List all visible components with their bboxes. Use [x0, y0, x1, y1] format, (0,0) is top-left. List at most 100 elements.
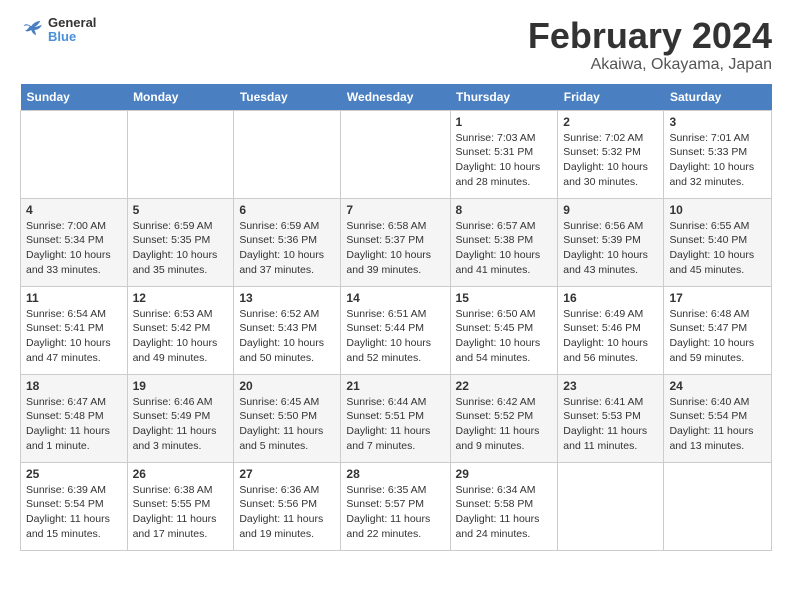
calendar-cell: [664, 462, 772, 550]
day-detail: Sunrise: 6:50 AM Sunset: 5:45 PM Dayligh…: [456, 307, 553, 366]
day-detail: Sunrise: 7:03 AM Sunset: 5:31 PM Dayligh…: [456, 131, 553, 190]
calendar-week-row: 1Sunrise: 7:03 AM Sunset: 5:31 PM Daylig…: [21, 110, 772, 198]
calendar-cell: 27 Sunrise: 6:36 AM Sunset: 5:56 PM Dayli…: [234, 462, 341, 550]
calendar-cell: 10 Sunrise: 6:55 AM Sunset: 5:40 PM Dayli…: [664, 198, 772, 286]
calendar-week-row: 25 Sunrise: 6:39 AM Sunset: 5:54 PM Dayli…: [21, 462, 772, 550]
day-number: 8: [456, 203, 553, 217]
day-number: 6: [239, 203, 335, 217]
day-detail: Sunrise: 7:00 AM Sunset: 5:34 PM Dayligh…: [26, 219, 122, 278]
day-detail: Sunrise: 6:53 AM Sunset: 5:42 PM Dayligh…: [133, 307, 229, 366]
logo-text: General Blue: [48, 16, 96, 45]
day-number: 21: [346, 379, 444, 393]
calendar-cell: 9 Sunrise: 6:56 AM Sunset: 5:39 PM Daylig…: [558, 198, 664, 286]
day-detail: Sunrise: 6:54 AM Sunset: 5:41 PM Dayligh…: [26, 307, 122, 366]
day-number: 25: [26, 467, 122, 481]
calendar-cell: 13 Sunrise: 6:52 AM Sunset: 5:43 PM Dayli…: [234, 286, 341, 374]
day-detail: Sunrise: 6:59 AM Sunset: 5:35 PM Dayligh…: [133, 219, 229, 278]
weekday-header-tuesday: Tuesday: [234, 84, 341, 111]
day-detail: Sunrise: 6:34 AM Sunset: 5:58 PM Dayligh…: [456, 483, 553, 542]
day-number: 14: [346, 291, 444, 305]
day-number: 24: [669, 379, 766, 393]
day-number: 27: [239, 467, 335, 481]
calendar-cell: 6 Sunrise: 6:59 AM Sunset: 5:36 PM Daylig…: [234, 198, 341, 286]
day-detail: Sunrise: 7:01 AM Sunset: 5:33 PM Dayligh…: [669, 131, 766, 190]
calendar-cell: 4 Sunrise: 7:00 AM Sunset: 5:34 PM Daylig…: [21, 198, 128, 286]
location-title: Akaiwa, Okayama, Japan: [528, 56, 772, 74]
day-number: 18: [26, 379, 122, 393]
calendar-week-row: 11 Sunrise: 6:54 AM Sunset: 5:41 PM Dayli…: [21, 286, 772, 374]
day-number: 19: [133, 379, 229, 393]
calendar-cell: [127, 110, 234, 198]
calendar-cell: 24 Sunrise: 6:40 AM Sunset: 5:54 PM Dayli…: [664, 374, 772, 462]
calendar-cell: 17 Sunrise: 6:48 AM Sunset: 5:47 PM Dayli…: [664, 286, 772, 374]
calendar-cell: 18Sunrise: 6:47 AM Sunset: 5:48 PM Dayli…: [21, 374, 128, 462]
weekday-header-sunday: Sunday: [21, 84, 128, 111]
day-detail: Sunrise: 6:35 AM Sunset: 5:57 PM Dayligh…: [346, 483, 444, 542]
day-number: 16: [563, 291, 658, 305]
day-detail: Sunrise: 6:58 AM Sunset: 5:37 PM Dayligh…: [346, 219, 444, 278]
day-number: 29: [456, 467, 553, 481]
weekday-header-thursday: Thursday: [450, 84, 558, 111]
day-detail: Sunrise: 6:48 AM Sunset: 5:47 PM Dayligh…: [669, 307, 766, 366]
calendar-cell: [234, 110, 341, 198]
day-detail: Sunrise: 6:36 AM Sunset: 5:56 PM Dayligh…: [239, 483, 335, 542]
day-detail: Sunrise: 6:52 AM Sunset: 5:43 PM Dayligh…: [239, 307, 335, 366]
calendar-cell: 1Sunrise: 7:03 AM Sunset: 5:31 PM Daylig…: [450, 110, 558, 198]
calendar-cell: 29 Sunrise: 6:34 AM Sunset: 5:58 PM Dayli…: [450, 462, 558, 550]
day-number: 4: [26, 203, 122, 217]
day-detail: Sunrise: 6:55 AM Sunset: 5:40 PM Dayligh…: [669, 219, 766, 278]
weekday-header-friday: Friday: [558, 84, 664, 111]
calendar-cell: 5 Sunrise: 6:59 AM Sunset: 5:35 PM Daylig…: [127, 198, 234, 286]
day-number: 3: [669, 115, 766, 129]
calendar-cell: 16 Sunrise: 6:49 AM Sunset: 5:46 PM Dayli…: [558, 286, 664, 374]
day-detail: Sunrise: 6:51 AM Sunset: 5:44 PM Dayligh…: [346, 307, 444, 366]
day-number: 20: [239, 379, 335, 393]
logo: General Blue: [20, 16, 96, 45]
calendar-cell: 22 Sunrise: 6:42 AM Sunset: 5:52 PM Dayli…: [450, 374, 558, 462]
day-detail: Sunrise: 6:56 AM Sunset: 5:39 PM Dayligh…: [563, 219, 658, 278]
day-number: 5: [133, 203, 229, 217]
calendar-cell: [21, 110, 128, 198]
logo-general: General: [48, 16, 96, 30]
weekday-header-saturday: Saturday: [664, 84, 772, 111]
day-detail: Sunrise: 6:40 AM Sunset: 5:54 PM Dayligh…: [669, 395, 766, 454]
day-number: 10: [669, 203, 766, 217]
day-number: 17: [669, 291, 766, 305]
day-number: 9: [563, 203, 658, 217]
calendar-cell: 8 Sunrise: 6:57 AM Sunset: 5:38 PM Daylig…: [450, 198, 558, 286]
calendar-cell: 20Sunrise: 6:45 AM Sunset: 5:50 PM Dayli…: [234, 374, 341, 462]
weekday-header-wednesday: Wednesday: [341, 84, 450, 111]
weekday-header-monday: Monday: [127, 84, 234, 111]
day-number: 15: [456, 291, 553, 305]
logo-icon: [20, 20, 44, 40]
day-detail: Sunrise: 6:44 AM Sunset: 5:51 PM Dayligh…: [346, 395, 444, 454]
calendar-cell: 7Sunrise: 6:58 AM Sunset: 5:37 PM Daylig…: [341, 198, 450, 286]
day-detail: Sunrise: 6:59 AM Sunset: 5:36 PM Dayligh…: [239, 219, 335, 278]
calendar-cell: 2Sunrise: 7:02 AM Sunset: 5:32 PM Daylig…: [558, 110, 664, 198]
calendar-cell: [341, 110, 450, 198]
day-number: 11: [26, 291, 122, 305]
day-detail: Sunrise: 6:42 AM Sunset: 5:52 PM Dayligh…: [456, 395, 553, 454]
day-detail: Sunrise: 6:57 AM Sunset: 5:38 PM Dayligh…: [456, 219, 553, 278]
day-detail: Sunrise: 6:49 AM Sunset: 5:46 PM Dayligh…: [563, 307, 658, 366]
day-number: 22: [456, 379, 553, 393]
calendar-cell: 23Sunrise: 6:41 AM Sunset: 5:53 PM Dayli…: [558, 374, 664, 462]
day-number: 13: [239, 291, 335, 305]
calendar-cell: [558, 462, 664, 550]
day-number: 12: [133, 291, 229, 305]
day-detail: Sunrise: 6:39 AM Sunset: 5:54 PM Dayligh…: [26, 483, 122, 542]
calendar-week-row: 4 Sunrise: 7:00 AM Sunset: 5:34 PM Daylig…: [21, 198, 772, 286]
calendar-table: SundayMondayTuesdayWednesdayThursdayFrid…: [20, 84, 772, 551]
calendar-cell: 25 Sunrise: 6:39 AM Sunset: 5:54 PM Dayli…: [21, 462, 128, 550]
page-header: General Blue February 2024 Akaiwa, Okaya…: [20, 16, 772, 74]
day-detail: Sunrise: 6:38 AM Sunset: 5:55 PM Dayligh…: [133, 483, 229, 542]
day-number: 2: [563, 115, 658, 129]
calendar-week-row: 18Sunrise: 6:47 AM Sunset: 5:48 PM Dayli…: [21, 374, 772, 462]
title-area: February 2024 Akaiwa, Okayama, Japan: [528, 16, 772, 74]
calendar-cell: 12 Sunrise: 6:53 AM Sunset: 5:42 PM Dayli…: [127, 286, 234, 374]
calendar-cell: 19Sunrise: 6:46 AM Sunset: 5:49 PM Dayli…: [127, 374, 234, 462]
calendar-cell: 26Sunrise: 6:38 AM Sunset: 5:55 PM Dayli…: [127, 462, 234, 550]
calendar-cell: 14 Sunrise: 6:51 AM Sunset: 5:44 PM Dayli…: [341, 286, 450, 374]
weekday-header-row: SundayMondayTuesdayWednesdayThursdayFrid…: [21, 84, 772, 111]
calendar-cell: 11 Sunrise: 6:54 AM Sunset: 5:41 PM Dayli…: [21, 286, 128, 374]
